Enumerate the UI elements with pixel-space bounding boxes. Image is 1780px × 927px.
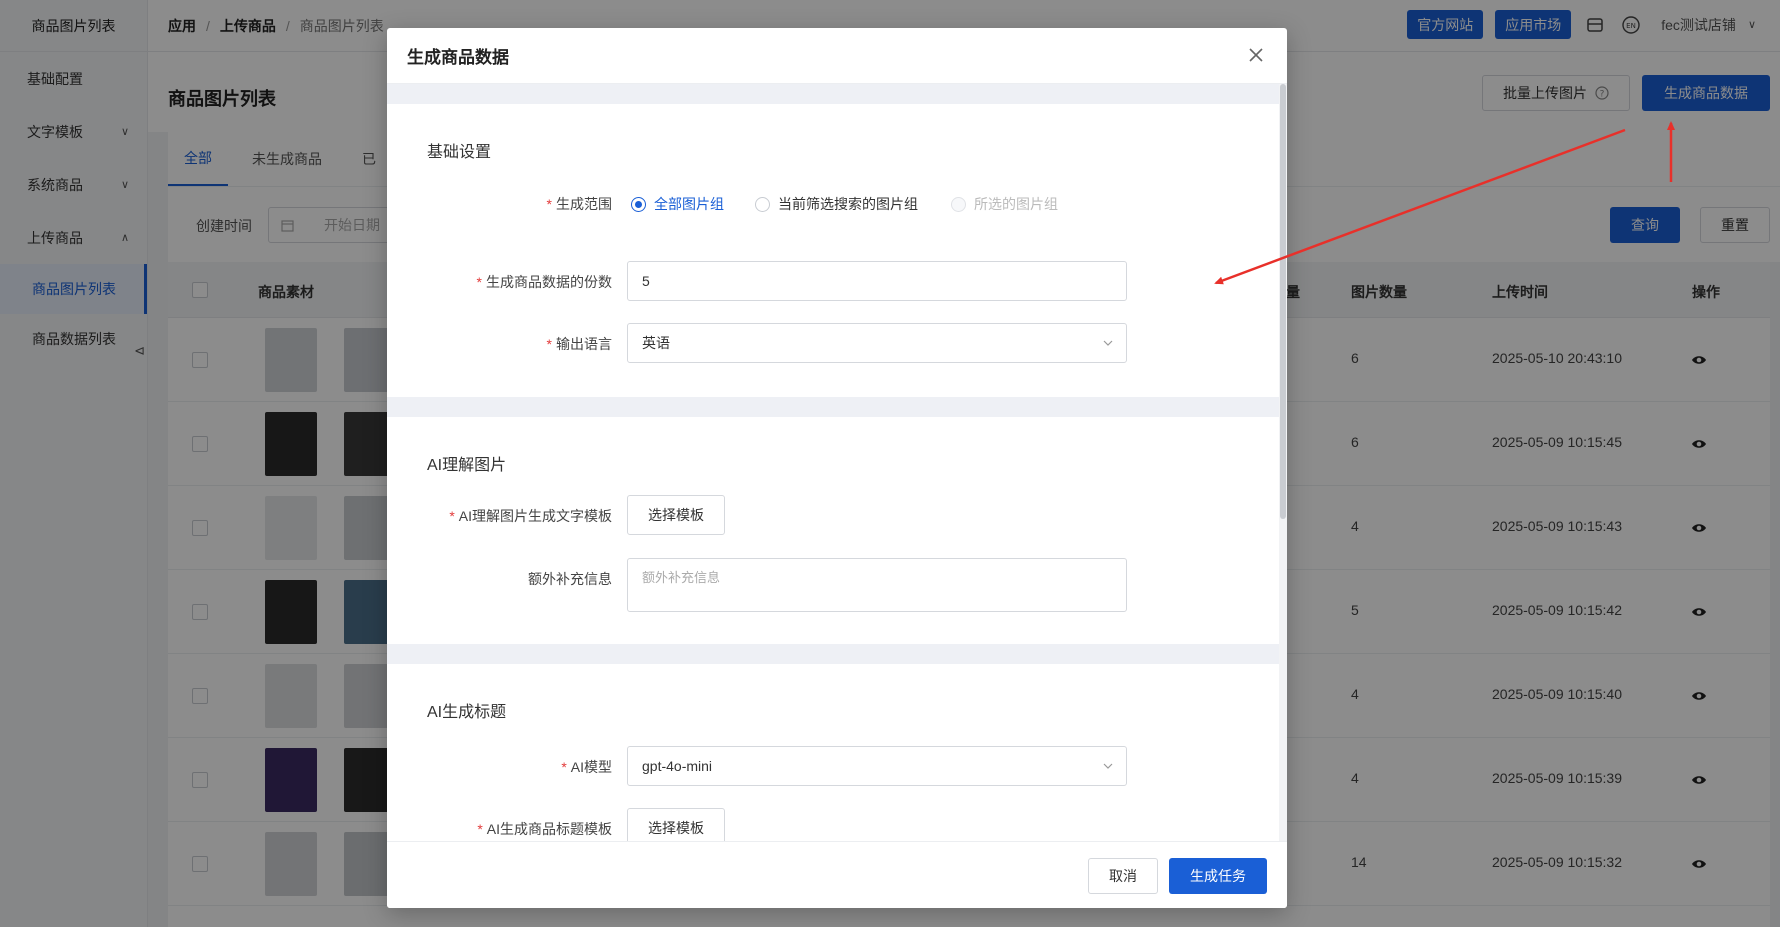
title-template-label: * AI生成商品标题模板 [477,821,612,837]
radio-dot [755,196,770,212]
copies-input[interactable]: 5 [627,261,1127,301]
field-label-text: AI理解图片生成文字模板 [458,508,612,524]
extra-info-label: 额外补充信息 [528,571,612,587]
chevron-down-icon [1103,763,1113,769]
select-value: gpt-4o-mini [642,758,713,774]
language-label: * 输出语言 [546,336,612,352]
generate-data-modal: 生成商品数据 基础设置 * 生成范围 全部图片组 当前筛选搜索的图片组 所选的图片… [387,28,1287,908]
scrollbar-thumb[interactable] [1280,84,1286,519]
cancel-button[interactable]: 取消 [1088,858,1158,894]
language-select[interactable]: 英语 [627,323,1127,363]
select-value: 英语 [642,335,670,351]
radio-selected-groups: 所选的图片组 [951,194,1058,214]
modal-footer: 取消 生成任务 [387,841,1287,908]
ai-model-select[interactable]: gpt-4o-mini [627,746,1127,786]
radio-label: 全部图片组 [654,196,724,212]
section-title: 基础设置 [427,144,492,161]
modal-title: 生成商品数据 [407,48,509,67]
select-title-template-button[interactable]: 选择模板 [627,808,725,841]
field-label-text: 生成商品数据的份数 [486,274,612,290]
radio-label: 所选的图片组 [974,196,1058,212]
basic-settings-section: 基础设置 * 生成范围 全部图片组 当前筛选搜索的图片组 所选的图片组 * 生成商品… [387,104,1279,397]
ai-title-section: AI生成标题 * AI模型 gpt-4o-mini * AI生成商品标题模板 选择模… [387,664,1279,841]
radio-all-groups[interactable]: 全部图片组 [631,194,724,214]
image-template-label: * AI理解图片生成文字模板 [449,508,612,524]
radio-label: 当前筛选搜索的图片组 [778,196,918,212]
modal-body: 基础设置 * 生成范围 全部图片组 当前筛选搜索的图片组 所选的图片组 * 生成商品… [387,84,1279,841]
field-label-text: 输出语言 [556,336,612,352]
chevron-down-icon [1103,340,1113,346]
field-label-text: AI模型 [570,759,612,775]
range-label: * 生成范围 [546,196,612,212]
copies-label: * 生成商品数据的份数 [476,274,612,290]
field-label-text: 生成范围 [556,196,612,212]
radio-dot [951,196,966,212]
radio-dot [631,196,646,212]
section-title: AI生成标题 [427,704,507,721]
select-image-template-button[interactable]: 选择模板 [627,495,725,535]
modal-header: 生成商品数据 [387,28,1287,84]
radio-filtered-groups[interactable]: 当前筛选搜索的图片组 [755,194,918,214]
ai-model-label: * AI模型 [561,759,612,775]
generate-task-button[interactable]: 生成任务 [1169,858,1267,894]
field-label-text: AI生成商品标题模板 [486,821,612,837]
extra-info-textarea[interactable]: 额外补充信息 [627,558,1127,612]
ai-image-section: AI理解图片 * AI理解图片生成文字模板 选择模板 额外补充信息 额外补充信息 [387,417,1279,644]
section-title: AI理解图片 [427,457,507,474]
close-icon[interactable] [1245,44,1267,66]
modal-scrollbar[interactable] [1279,84,1287,841]
